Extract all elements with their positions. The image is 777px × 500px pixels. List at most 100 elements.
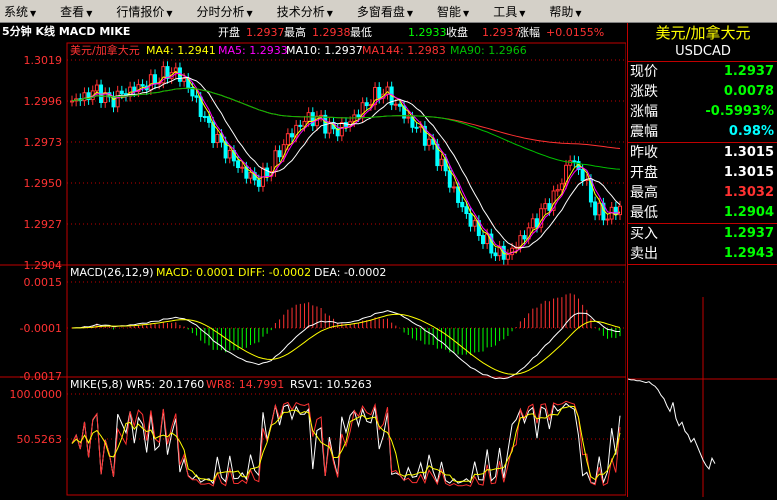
candle-body — [248, 172, 253, 179]
chevron-down-icon: ▼ — [463, 8, 470, 18]
menu-label: 多窗看盘 — [356, 4, 405, 19]
candle-body — [580, 169, 585, 181]
quote-value: 0.0078 — [723, 84, 774, 99]
high-value: 1.2938 — [312, 26, 351, 39]
candle-body — [460, 201, 465, 208]
candle-body — [236, 160, 241, 169]
quote-code: USDCAD — [628, 43, 777, 62]
ma-legend-item: MA4: 1.2941 — [146, 44, 216, 57]
chevron-down-icon: ▼ — [166, 8, 173, 18]
quote-row: 最低 1.2904 — [628, 203, 777, 223]
menu-item-5[interactable]: 多窗看盘 ▼ — [349, 3, 413, 20]
change-value: +0.0155% — [546, 26, 604, 39]
menu-item-7[interactable]: 工具 ▼ — [485, 3, 525, 20]
candle-body — [240, 166, 245, 169]
low-label: 最低 — [350, 26, 372, 39]
chevron-down-icon: ▼ — [86, 8, 93, 18]
candle-body — [572, 160, 577, 163]
candle-body — [356, 114, 361, 118]
quote-group: 现价 1.2937 涨跌 0.0078 涨幅 -0.5993% 震幅 0.98% — [628, 62, 777, 143]
candle-body — [472, 220, 477, 227]
quote-value: 1.2904 — [723, 205, 774, 220]
menu-item-2[interactable]: 行情报价 ▼ — [108, 3, 172, 20]
candle-body — [319, 114, 324, 117]
rsv1-value: RSV1: 10.5263 — [290, 378, 372, 391]
quote-row: 昨收 1.3015 — [628, 143, 777, 163]
candle-body — [310, 112, 315, 127]
open-value: 1.2937 — [246, 26, 285, 39]
candle-body — [555, 189, 560, 192]
chevron-down-icon: ▼ — [406, 8, 414, 18]
candle-body — [464, 206, 469, 215]
candle-body — [568, 160, 573, 166]
quote-value: 1.3015 — [723, 165, 774, 180]
candle-body — [522, 235, 527, 240]
candle-body — [505, 254, 510, 260]
candle-body — [377, 87, 382, 99]
close-value: 1.2937 — [482, 26, 521, 39]
menu-item-8[interactable]: 帮助 ▼ — [541, 3, 581, 20]
chart-area: 5分钟 K线 MACD MIKE 开盘 1.2937 最高 1.2938 最低 … — [0, 23, 627, 497]
candle-body — [115, 90, 120, 108]
quote-value: -0.5993% — [705, 104, 774, 119]
quote-label: 昨收 — [630, 145, 658, 161]
candle-body — [439, 158, 444, 167]
candle-body — [339, 122, 344, 137]
candle-body — [530, 218, 535, 229]
menu-label: 行情报价 — [116, 4, 165, 19]
price-tick: 1.2904 — [24, 259, 63, 272]
menu-item-3[interactable]: 分时分析 ▼ — [189, 3, 253, 20]
quote-label: 涨幅 — [630, 104, 658, 120]
candle-body — [182, 77, 187, 82]
menu-label: 智能 — [437, 4, 462, 19]
candle-body — [427, 138, 432, 146]
dea-value: DEA: -0.0002 — [314, 266, 386, 279]
candle-body — [605, 218, 610, 221]
candle-body — [468, 213, 473, 227]
menu-item-4[interactable]: 技术分析 ▼ — [269, 3, 333, 20]
menu-item-6[interactable]: 智能 ▼ — [429, 3, 469, 20]
quote-value: 1.3032 — [723, 185, 774, 200]
chevron-down-icon: ▼ — [326, 8, 333, 18]
candle-body — [277, 150, 282, 158]
candle-body — [132, 86, 137, 93]
quote-row: 卖出 1.2943 — [628, 244, 777, 264]
candle-body — [215, 134, 220, 144]
candle-body — [543, 203, 548, 210]
quote-row: 最高 1.3032 — [628, 183, 777, 203]
quote-value: 1.2937 — [723, 64, 774, 79]
candle-body — [364, 102, 369, 107]
price-tick: 1.2973 — [24, 136, 63, 149]
macd-tick-mid: -0.0001 — [20, 322, 62, 335]
candle-body — [481, 235, 485, 245]
quote-panel: 美元/加拿大元 USDCAD 现价 1.2937 涨跌 0.0078 涨幅 -0.5993… — [627, 23, 777, 497]
candle-body — [94, 84, 99, 92]
ma-legend-item: MA90: 1.2966 — [450, 44, 527, 57]
wr8-value: WR8: 14.7991 — [206, 378, 284, 391]
menu-item-1[interactable]: 查看 ▼ — [52, 3, 92, 20]
macd-tick-bottom: -0.0017 — [20, 370, 62, 383]
quote-label: 现价 — [630, 64, 658, 80]
chart-svg[interactable]: 5分钟 K线 MACD MIKE 开盘 1.2937 最高 1.2938 最低 … — [0, 23, 627, 497]
candle-body — [290, 133, 295, 138]
ma-legend-item: MA10: 1.2937 — [286, 44, 363, 57]
menu-label: 分时分析 — [196, 4, 245, 19]
price-tick: 1.2996 — [24, 95, 63, 108]
candle-body — [493, 252, 498, 257]
candle-body — [593, 201, 598, 216]
symbol-name: 美元/加拿大元 — [70, 43, 140, 57]
macd-tick-top: 0.0015 — [24, 276, 63, 289]
candle-body — [451, 186, 456, 189]
mike-params: MIKE(5,8) — [70, 378, 123, 391]
menu-label: 技术分析 — [276, 4, 325, 19]
ma-legend-item: MA5: 1.2933 — [218, 44, 288, 57]
candle-body — [613, 206, 618, 216]
candle-body — [406, 116, 411, 119]
candle-body — [393, 103, 398, 106]
quote-label: 震幅 — [630, 124, 658, 140]
quote-label: 开盘 — [630, 165, 658, 181]
chevron-down-icon: ▼ — [246, 8, 253, 18]
quote-label: 涨跌 — [630, 84, 658, 100]
menu-item-0[interactable]: 系统 ▼ — [0, 3, 36, 20]
price-tick: 1.2950 — [24, 177, 63, 190]
